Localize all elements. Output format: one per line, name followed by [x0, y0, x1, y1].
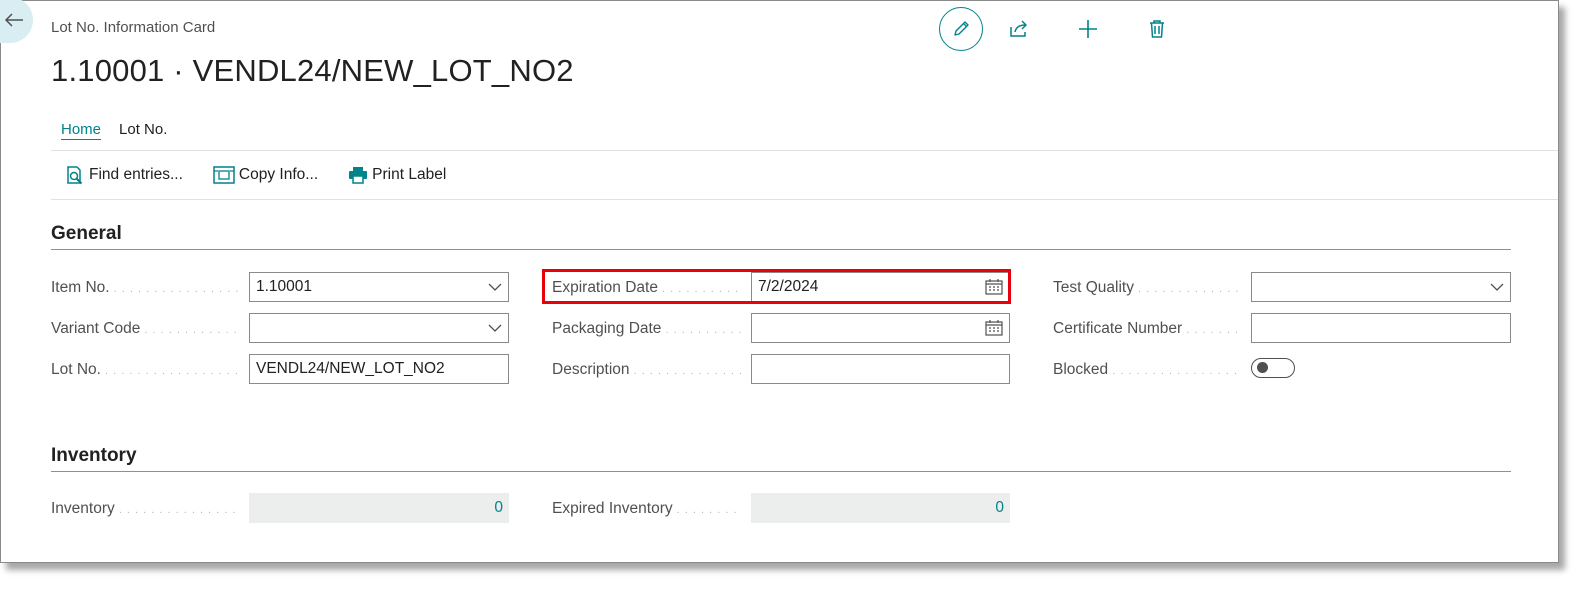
printer-icon: [349, 167, 368, 184]
field-inventory: Inventory 0: [51, 493, 509, 525]
toggle-knob: [1257, 362, 1268, 373]
share-icon: [1010, 20, 1027, 37]
description-label: Description: [552, 361, 742, 379]
item-no-input[interactable]: 1.10001: [249, 272, 509, 302]
copy-info-button[interactable]: Copy Info...: [213, 166, 318, 184]
field-description: Description: [552, 354, 1010, 386]
test-quality-input[interactable]: [1251, 272, 1511, 302]
copy-info-icon: [213, 166, 235, 184]
blocked-toggle[interactable]: [1251, 358, 1295, 378]
section-title-general[interactable]: General: [51, 223, 122, 245]
field-variant-code: Variant Code: [51, 313, 509, 345]
field-packaging-date: Packaging Date: [552, 313, 1010, 345]
edit-button[interactable]: [939, 7, 983, 51]
section-title-inventory[interactable]: Inventory: [51, 445, 137, 467]
print-label-label: Print Label: [372, 166, 447, 183]
chevron-down-icon: [488, 324, 502, 332]
expired-inventory-value-box[interactable]: 0: [751, 493, 1010, 523]
expiration-date-value: 7/2/2024: [758, 278, 819, 295]
variant-code-input[interactable]: [249, 313, 509, 343]
lot-no-label: Lot No.: [51, 361, 241, 379]
find-entries-icon: [67, 166, 83, 185]
tab-lot-no[interactable]: Lot No.: [119, 121, 167, 140]
section-divider: [51, 471, 1511, 472]
print-label-button[interactable]: Print Label: [348, 166, 446, 184]
field-lot-no: Lot No. VENDL24/NEW_LOT_NO2: [51, 354, 509, 386]
arrow-left-icon: [4, 13, 23, 27]
page-title: 1.10001 · VENDL24/NEW_LOT_NO2: [51, 53, 574, 88]
expired-inventory-label: Expired Inventory: [552, 500, 742, 518]
field-expiration-date: Expiration Date 7/2/2024: [552, 272, 1010, 304]
divider: [51, 199, 1558, 200]
expiration-date-label: Expiration Date: [552, 279, 742, 297]
lot-info-card: Lot No. Information Card 1.10001 · VENDL…: [0, 0, 1559, 563]
test-quality-label: Test Quality: [1053, 279, 1243, 297]
copy-info-label: Copy Info...: [238, 166, 319, 183]
tab-home[interactable]: Home: [61, 121, 102, 140]
inventory-label: Inventory: [51, 500, 241, 518]
expiration-date-input[interactable]: 7/2/2024: [751, 272, 1010, 302]
field-test-quality: Test Quality: [1053, 272, 1511, 304]
back-button[interactable]: [0, 0, 33, 43]
field-blocked: Blocked: [1053, 354, 1511, 386]
section-divider: [51, 249, 1511, 250]
find-entries-button[interactable]: Find entries...: [65, 165, 183, 185]
inventory-value: 0: [494, 499, 503, 516]
plus-icon: [1079, 20, 1097, 38]
expired-inventory-value: 0: [995, 499, 1004, 516]
share-button[interactable]: [1007, 17, 1031, 41]
new-button[interactable]: [1076, 17, 1100, 41]
packaging-date-input[interactable]: [751, 313, 1010, 343]
calendar-icon[interactable]: [985, 320, 1003, 336]
lot-no-input[interactable]: VENDL24/NEW_LOT_NO2: [249, 354, 509, 384]
item-no-value: 1.10001: [256, 278, 313, 295]
find-entries-label: Find entries...: [89, 166, 183, 183]
field-item-no: Item No. 1.10001: [51, 272, 509, 304]
field-certificate-number: Certificate Number: [1053, 313, 1511, 345]
toolbar: Find entries... Copy Info... Print Label: [65, 165, 476, 185]
chevron-down-icon: [488, 283, 502, 291]
certificate-number-input[interactable]: [1251, 313, 1511, 343]
field-expired-inventory: Expired Inventory 0: [552, 493, 1010, 525]
tab-bar: Home Lot No.: [61, 121, 167, 140]
blocked-label: Blocked: [1053, 361, 1243, 379]
divider: [51, 150, 1558, 151]
card-caption: Lot No. Information Card: [51, 19, 216, 36]
chevron-down-icon: [1490, 283, 1504, 291]
calendar-icon[interactable]: [985, 279, 1003, 295]
delete-button[interactable]: [1145, 17, 1169, 41]
edit-icon: [954, 21, 969, 36]
certificate-number-label: Certificate Number: [1053, 320, 1243, 338]
trash-icon: [1150, 20, 1164, 38]
item-no-label: Item No.: [51, 279, 241, 297]
description-input[interactable]: [751, 354, 1010, 384]
action-bar: [939, 7, 1214, 51]
lot-no-value: VENDL24/NEW_LOT_NO2: [256, 360, 445, 377]
packaging-date-label: Packaging Date: [552, 320, 742, 338]
inventory-value-box[interactable]: 0: [249, 493, 509, 523]
variant-code-label: Variant Code: [51, 320, 241, 338]
